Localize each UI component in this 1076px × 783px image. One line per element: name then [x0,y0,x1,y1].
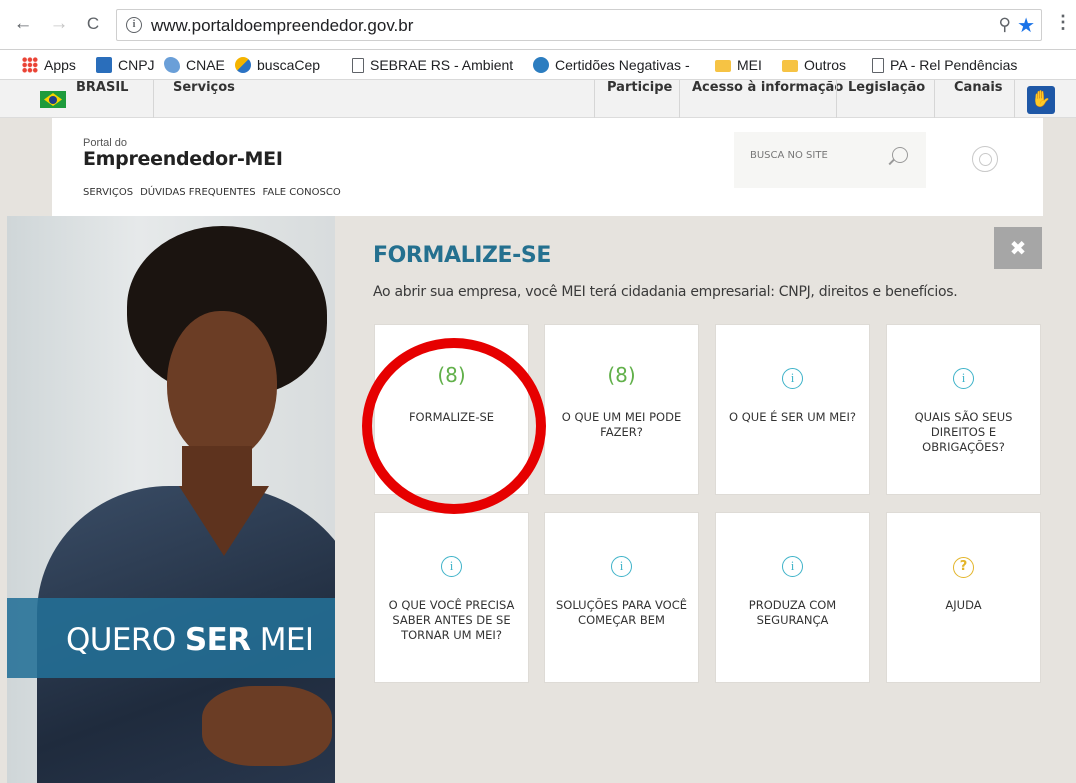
photo-hand [202,686,332,766]
section-title: FORMALIZE-SE [373,243,551,268]
tile-label: QUAIS SÃO SEUS DIREITOS E OBRIGAÇÕES? [914,410,1013,454]
bookmark-folder-mei[interactable]: MEI [715,57,762,73]
gov-participe-link[interactable]: Participe [607,80,672,118]
people-icon: (8) [607,363,636,387]
tile-antes-de-se-tornar-mei[interactable]: i O QUE VOCÊ PRECISA SABER ANTES DE SE T… [374,512,529,683]
help-icon: ? [953,557,974,578]
tile-label: O QUE UM MEI PODE FAZER? [561,410,682,439]
tile-ajuda[interactable]: ? AJUDA [886,512,1041,683]
tile-o-que-um-mei-pode-fazer[interactable]: (8) O QUE UM MEI PODE FAZER? [544,324,699,495]
contrast-toggle-icon[interactable] [972,146,998,172]
certidoes-favicon [533,57,549,73]
gov-legislacao-link[interactable]: Legislação [848,80,925,118]
portal-title[interactable]: Empreendedor-MEI [83,148,283,170]
bookmark-pa-rel[interactable]: PA - Rel Pendências [872,57,1017,73]
search-icon[interactable] [892,147,908,163]
back-arrow-icon[interactable]: ← [12,14,34,34]
folder-icon [715,60,731,72]
divider [594,80,595,118]
section-subtitle: Ao abrir sua empresa, você MEI terá cida… [373,284,958,300]
bookmark-star-icon[interactable]: ★ [1017,13,1035,38]
gov-bar: BRASIL Serviços Participe Acesso à infor… [0,80,1076,118]
tile-label: O QUE VOCÊ PRECISA SABER ANTES DE SE TOR… [388,598,515,642]
vlibras-accessibility-icon[interactable]: ✋ [1027,86,1055,114]
gov-servicos-link[interactable]: Serviços [173,80,235,118]
tile-produza-com-seguranca[interactable]: i PRODUZA COM SEGURANÇA [715,512,870,683]
divider [934,80,935,118]
search-input[interactable] [750,150,870,161]
tile-solucoes-comecar-bem[interactable]: i SOLUÇÕES PARA VOCÊ COMEÇAR BEM [544,512,699,683]
hero-photo [7,216,335,783]
nav-duvidas-frequentes[interactable]: DÚVIDAS FREQUENTES [140,187,255,198]
tile-label: O QUE É SER UM MEI? [729,410,856,424]
gov-acesso-informacao-link[interactable]: Acesso à informação [692,80,843,118]
gov-brasil-link[interactable]: BRASIL [76,80,128,118]
reload-icon[interactable]: C [82,14,104,34]
bookmark-certidoes[interactable]: Certidões Negativas - [533,57,690,73]
browser-menu-icon[interactable]: ⋮ [1054,12,1072,33]
tile-o-que-e-ser-um-mei[interactable]: i O QUE É SER UM MEI? [715,324,870,495]
tile-label: PRODUZA COM SEGURANÇA [748,598,837,627]
bookmark-buscacep[interactable]: buscaCep [235,57,320,73]
divider [679,80,680,118]
bookmark-apps[interactable]: Apps [22,57,76,73]
forward-arrow-icon[interactable]: → [48,14,70,34]
bookmark-cnpj[interactable]: CNPJ [96,57,155,73]
nav-fale-conosco[interactable]: FALE CONOSCO [263,187,341,198]
brazil-flag-icon [40,91,66,108]
browser-toolbar: ← → C i www.portaldoempreendedor.gov.br … [0,0,1076,50]
info-icon: i [953,368,974,389]
page-icon [872,57,884,73]
buscacep-favicon [235,57,251,73]
page-icon [352,57,364,73]
site-info-icon[interactable]: i [126,17,142,33]
info-icon: i [782,556,803,577]
cnae-favicon [164,57,180,73]
info-icon: i [611,556,632,577]
divider [836,80,837,118]
tile-formalize-se[interactable]: (8) FORMALIZE-SE [374,324,529,495]
info-icon: i [441,556,462,577]
apps-grid-icon [22,57,38,73]
gov-canais-link[interactable]: Canais [954,80,1003,118]
bookmark-sebrae[interactable]: SEBRAE RS - Ambient [352,57,513,73]
url-text[interactable]: www.portaldoempreendedor.gov.br [151,16,413,36]
photo-face [167,311,277,461]
close-button[interactable]: ✖ [994,227,1042,269]
cnpj-favicon [96,57,112,73]
tile-label: SOLUÇÕES PARA VOCÊ COMEÇAR BEM [555,598,688,627]
tile-label: AJUDA [945,598,982,612]
tile-direitos-e-obrigacoes[interactable]: i QUAIS SÃO SEUS DIREITOS E OBRIGAÇÕES? [886,324,1041,495]
address-bar[interactable]: i www.portaldoempreendedor.gov.br ⚲ ★ [116,9,1042,41]
divider [153,80,154,118]
info-icon: i [782,368,803,389]
divider [1014,80,1015,118]
zoom-icon[interactable]: ⚲ [999,15,1011,35]
bookmark-folder-outros[interactable]: Outros [782,57,846,73]
search-box [734,132,926,188]
folder-icon [782,60,798,72]
hero-banner-text[interactable]: QUERO SER MEI [66,622,314,658]
people-icon: (8) [437,363,466,387]
portal-nav: SERVIÇOS DÚVIDAS FREQUENTES FALE CONOSCO [83,187,341,198]
portal-header: Portal do Empreendedor-MEI SERVIÇOS DÚVI… [52,118,1043,216]
tile-label: FORMALIZE-SE [408,410,495,424]
nav-servicos[interactable]: SERVIÇOS [83,187,133,198]
bookmark-cnae[interactable]: CNAE [164,57,225,73]
bookmarks-bar: Apps CNPJ CNAE buscaCep SEBRAE RS - Ambi… [0,50,1076,80]
